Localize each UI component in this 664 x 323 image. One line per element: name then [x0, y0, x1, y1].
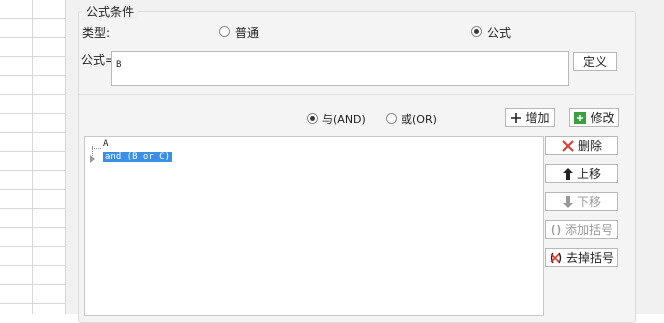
tree-item-a[interactable]: A: [103, 139, 108, 149]
delete-button[interactable]: 删除: [545, 136, 618, 155]
move-up-button-label: 上移: [576, 167, 601, 181]
add-bracket-button[interactable]: 添加括号: [545, 220, 618, 239]
arrow-up-icon: [562, 167, 574, 181]
move-up-button[interactable]: 上移: [545, 164, 618, 183]
plus-icon: [510, 112, 522, 124]
group-title: 公式条件: [82, 3, 139, 20]
radio-normal-label[interactable]: 普通: [235, 24, 259, 41]
radio-and-label[interactable]: 与(AND): [322, 111, 366, 127]
remove-bracket-icon: [549, 251, 563, 265]
add-button-label: 增加: [525, 111, 550, 125]
radio-or[interactable]: [386, 113, 397, 124]
move-down-button-label: 下移: [576, 195, 601, 209]
radio-normal[interactable]: [219, 26, 230, 37]
define-button-label: 定义: [582, 55, 607, 69]
move-down-button[interactable]: 下移: [545, 192, 618, 211]
arrow-down-icon: [562, 195, 574, 209]
condition-tree[interactable]: [84, 136, 544, 316]
define-button[interactable]: 定义: [573, 52, 617, 71]
formula-label: 公式=: [81, 53, 116, 67]
modify-button[interactable]: 修改: [569, 108, 619, 127]
modify-icon: [573, 111, 587, 125]
radio-formula-label[interactable]: 公式: [487, 24, 511, 41]
tree-item-and-group[interactable]: and (B or C): [103, 152, 173, 162]
add-bracket-button-label: 添加括号: [564, 223, 613, 237]
modify-button-label: 修改: [590, 111, 615, 125]
bracket-icon: [550, 224, 562, 236]
divider: [79, 94, 633, 95]
delete-x-icon: [561, 139, 575, 153]
radio-and[interactable]: [307, 113, 318, 124]
remove-bracket-button[interactable]: 去掉括号: [545, 248, 618, 267]
tree-connector-branch: [92, 148, 101, 150]
spreadsheet-grid: [0, 0, 66, 314]
radio-formula[interactable]: [471, 26, 482, 37]
delete-button-label: 删除: [577, 139, 602, 153]
add-button[interactable]: 增加: [505, 108, 555, 127]
radio-or-label[interactable]: 或(OR): [401, 111, 437, 127]
formula-value: B: [116, 60, 122, 70]
remove-bracket-button-label: 去掉括号: [565, 251, 614, 265]
expand-arrow-icon[interactable]: [90, 155, 95, 163]
type-label: 类型:: [82, 26, 111, 40]
formula-input[interactable]: B: [111, 51, 569, 86]
